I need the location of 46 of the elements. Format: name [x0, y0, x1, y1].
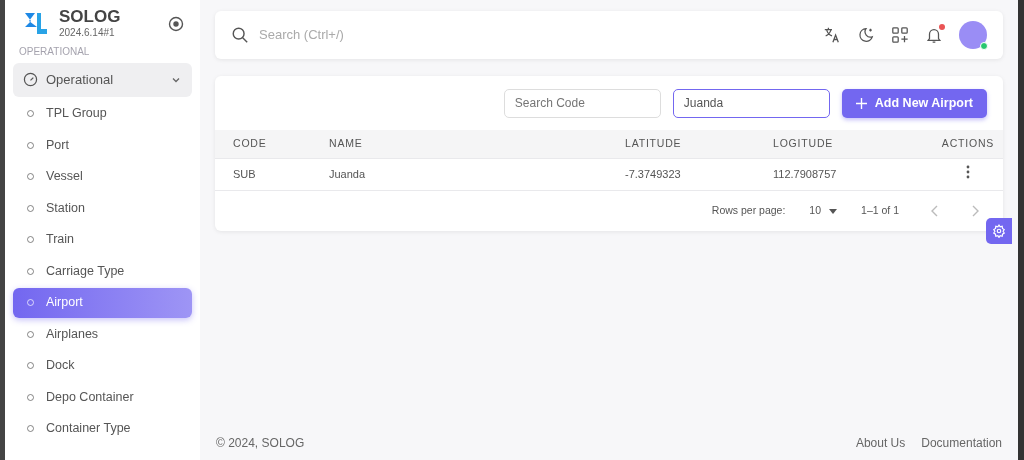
collapse-toggle-icon[interactable] — [168, 16, 184, 32]
settings-button[interactable] — [986, 218, 1012, 244]
more-options-icon[interactable] — [966, 165, 970, 180]
sidebar-item[interactable]: Station — [13, 193, 192, 223]
column-header: CODE — [232, 136, 268, 152]
search-icon — [231, 26, 249, 44]
moon-icon[interactable] — [857, 26, 875, 44]
column-header: LOGITUDE — [773, 136, 835, 152]
column-header: ACTIONS — [940, 136, 996, 152]
page-range-text: 1–1 of 1 — [861, 203, 899, 219]
notification-bell-icon[interactable] — [925, 26, 943, 44]
section-header: OPERATIONAL — [18, 45, 91, 59]
rows-per-page-select[interactable]: 10 — [809, 203, 838, 219]
sidebar-item[interactable]: Port — [13, 130, 192, 160]
sidebar-item[interactable]: Container Type — [13, 413, 192, 444]
rows-per-page-label: Rows per page: — [711, 203, 786, 219]
sidebar-item[interactable]: Depo Container — [13, 382, 192, 412]
sidebar-item[interactable]: Dock — [13, 350, 192, 381]
plus-icon — [855, 97, 867, 109]
translate-icon[interactable] — [823, 26, 841, 44]
dropdown-caret-icon — [829, 208, 838, 214]
footer-link[interactable]: About Us — [855, 434, 906, 452]
footer-link[interactable]: Documentation — [921, 434, 1002, 452]
sidebar-item[interactable]: Airport — [13, 287, 192, 318]
column-header: NAME — [329, 136, 364, 152]
copyright-text: © 2024, SOLOG — [216, 435, 305, 452]
sidebar-item[interactable]: Vessel — [13, 161, 192, 192]
table-cell-text: -7.3749323 — [625, 167, 682, 183]
grid-add-icon[interactable] — [891, 26, 909, 44]
table-cell-text: SUB — [232, 167, 257, 183]
table-cell-text: Juanda — [329, 167, 367, 183]
column-header: LATITUDE — [625, 136, 683, 152]
sidebar-item[interactable]: TPL Group — [13, 98, 192, 129]
sidebar-item[interactable]: Train — [13, 224, 192, 255]
version-text: 2024.6.14#1 — [59, 26, 116, 40]
table-cell-text: 112.7908757 — [773, 167, 838, 183]
gauge-icon — [23, 72, 38, 88]
add-airport-button[interactable]: Add New Airport — [841, 88, 987, 118]
menu-group[interactable]: Operational — [13, 63, 192, 97]
name-search-field[interactable]: Juanda — [672, 88, 830, 118]
sidebar-item[interactable]: Carriage Type — [13, 256, 192, 286]
brand-name: SOLOG — [59, 8, 121, 25]
sidebar-item[interactable]: Airplanes — [13, 319, 192, 349]
avatar[interactable] — [959, 21, 987, 49]
code-search-field[interactable]: Search Code — [503, 88, 661, 118]
gear-icon — [992, 224, 1006, 238]
